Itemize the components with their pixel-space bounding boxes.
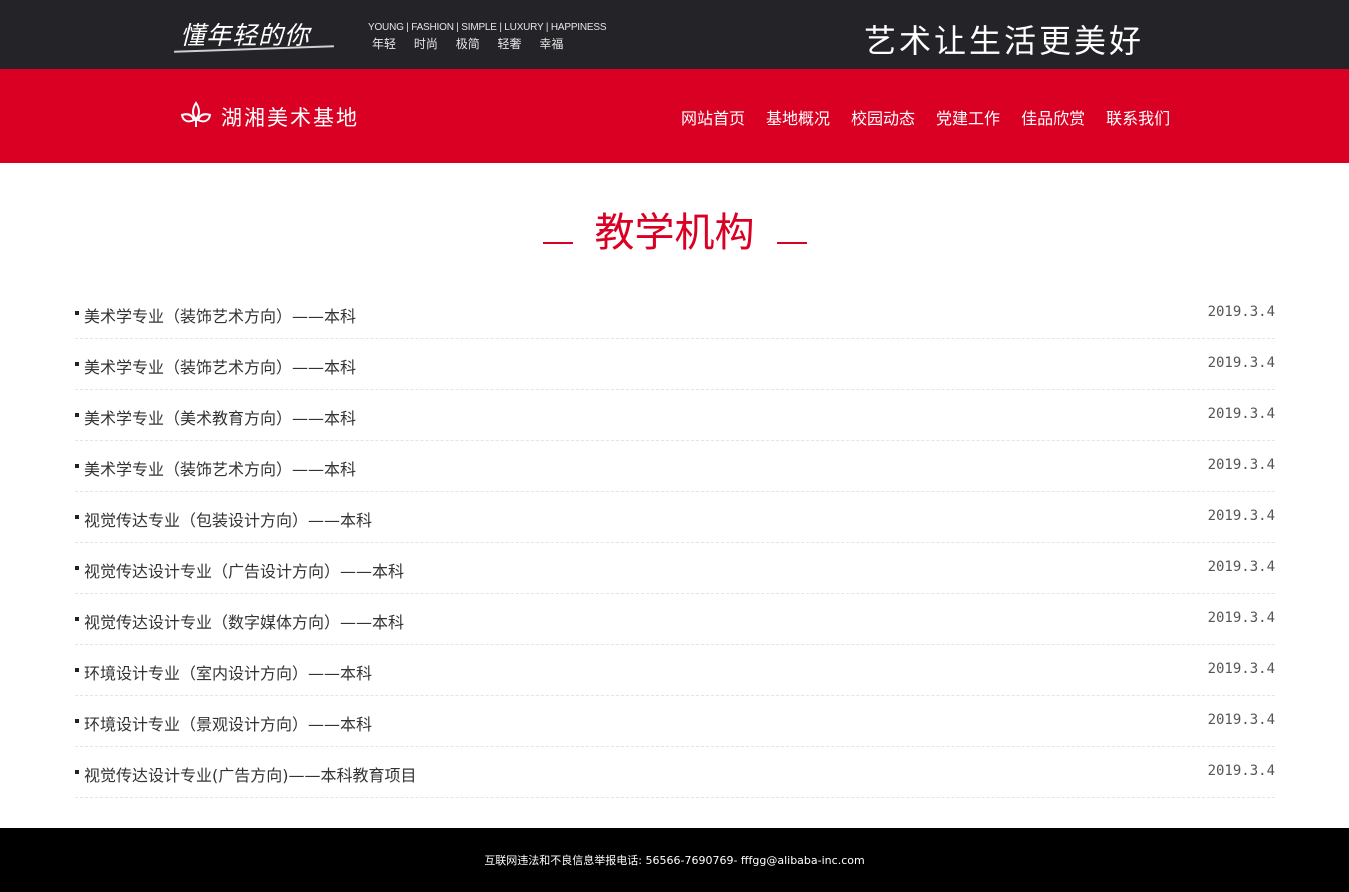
nav-item-contact[interactable]: 联系我们 [1106, 105, 1170, 129]
list-item-date: 2019.3.4 [1207, 355, 1275, 371]
list-item[interactable]: 美术学专业（装饰艺术方向）——本科 2019.3.4 [75, 339, 1275, 390]
list-item-title[interactable]: 美术学专业（装饰艺术方向）——本科 [84, 303, 356, 327]
list-item-date: 2019.3.4 [1207, 406, 1275, 422]
bullet-icon [75, 719, 79, 723]
brand-name[interactable]: 湖湘美术基地 [221, 102, 359, 132]
list-item-date: 2019.3.4 [1207, 661, 1275, 677]
footer: 互联网违法和不良信息举报电话: 56566-7690769- fffgg@ali… [0, 828, 1349, 892]
list-item-date: 2019.3.4 [1207, 610, 1275, 626]
nav-item-overview[interactable]: 基地概况 [766, 105, 830, 129]
nav-item-gallery[interactable]: 佳品欣赏 [1021, 105, 1085, 129]
list-item-title[interactable]: 视觉传达设计专业(广告方向)——本科教育项目 [84, 762, 417, 786]
list-item[interactable]: 视觉传达设计专业（广告设计方向）——本科 2019.3.4 [75, 543, 1275, 594]
list-item[interactable]: 视觉传达设计专业（数字媒体方向）——本科 2019.3.4 [75, 594, 1275, 645]
tagline-word: 年轻 [372, 37, 397, 51]
list-item-date: 2019.3.4 [1207, 304, 1275, 320]
list-item-date: 2019.3.4 [1207, 508, 1275, 524]
bullet-icon [75, 464, 79, 468]
list-item[interactable]: 美术学专业（美术教育方向）——本科 2019.3.4 [75, 390, 1275, 441]
nav-item-campus-news[interactable]: 校园动态 [851, 105, 915, 129]
list-item-title[interactable]: 美术学专业（美术教育方向）——本科 [84, 405, 356, 429]
list-item-title[interactable]: 视觉传达设计专业（广告设计方向）——本科 [84, 558, 404, 582]
bullet-icon [75, 413, 79, 417]
list-item-date: 2019.3.4 [1207, 559, 1275, 575]
list-item-title[interactable]: 环境设计专业（景观设计方向）——本科 [84, 711, 372, 735]
list-item-date: 2019.3.4 [1207, 712, 1275, 728]
list-item-title[interactable]: 环境设计专业（室内设计方向）——本科 [84, 660, 372, 684]
list-item-title[interactable]: 视觉传达专业（包装设计方向）——本科 [84, 507, 372, 531]
tagline-english: YOUNG | FASHION | SIMPLE | LUXURY | HAPP… [368, 22, 607, 33]
title-dash-left [542, 242, 573, 244]
list-item[interactable]: 视觉传达专业（包装设计方向）——本科 2019.3.4 [75, 492, 1275, 543]
footer-report-text: 互联网违法和不良信息举报电话: 56566-7690769- fffgg@ali… [484, 854, 865, 867]
bullet-icon [75, 515, 79, 519]
nav-item-party-work[interactable]: 党建工作 [936, 105, 1000, 129]
tagline-word: 极简 [455, 37, 480, 51]
bullet-icon [75, 617, 79, 621]
main-nav: 网站首页 基地概况 校园动态 党建工作 佳品欣赏 联系我们 [681, 105, 1170, 129]
bullet-icon [75, 668, 79, 672]
list-item[interactable]: 视觉传达设计专业(广告方向)——本科教育项目 2019.3.4 [75, 747, 1275, 798]
list-item-title[interactable]: 美术学专业（装饰艺术方向）——本科 [84, 456, 356, 480]
top-banner: 懂年轻的你 YOUNG | FASHION | SIMPLE | LUXURY … [0, 0, 1349, 69]
leaf-logo-icon[interactable] [180, 100, 212, 132]
list-item-title[interactable]: 视觉传达设计专业（数字媒体方向）——本科 [84, 609, 404, 633]
tagline-word: 时尚 [413, 37, 438, 51]
tagline-chinese: 年轻 时尚 极简 轻奢 幸福 [372, 35, 577, 52]
list-item[interactable]: 环境设计专业（室内设计方向）——本科 2019.3.4 [75, 645, 1275, 696]
list-item[interactable]: 美术学专业（装饰艺术方向）——本科 2019.3.4 [75, 441, 1275, 492]
list-item-title[interactable]: 美术学专业（装饰艺术方向）——本科 [84, 354, 356, 378]
bullet-icon [75, 770, 79, 774]
section-title: 教学机构 [0, 200, 1349, 258]
list-item-date: 2019.3.4 [1207, 763, 1275, 779]
bullet-icon [75, 311, 79, 315]
motto: 艺术让生活更美好 [864, 22, 1145, 60]
program-list: 美术学专业（装饰艺术方向）——本科 2019.3.4 美术学专业（装饰艺术方向）… [75, 288, 1275, 798]
list-item-date: 2019.3.4 [1207, 457, 1275, 473]
bullet-icon [75, 362, 79, 366]
list-item[interactable]: 环境设计专业（景观设计方向）——本科 2019.3.4 [75, 696, 1275, 747]
list-item[interactable]: 美术学专业（装饰艺术方向）——本科 2019.3.4 [75, 288, 1275, 339]
title-dash-right [776, 242, 807, 244]
section-title-text: 教学机构 [594, 210, 755, 256]
tagline-word: 轻奢 [497, 37, 522, 51]
nav-item-home[interactable]: 网站首页 [681, 105, 745, 129]
tagline-word: 幸福 [539, 37, 564, 51]
bullet-icon [75, 566, 79, 570]
